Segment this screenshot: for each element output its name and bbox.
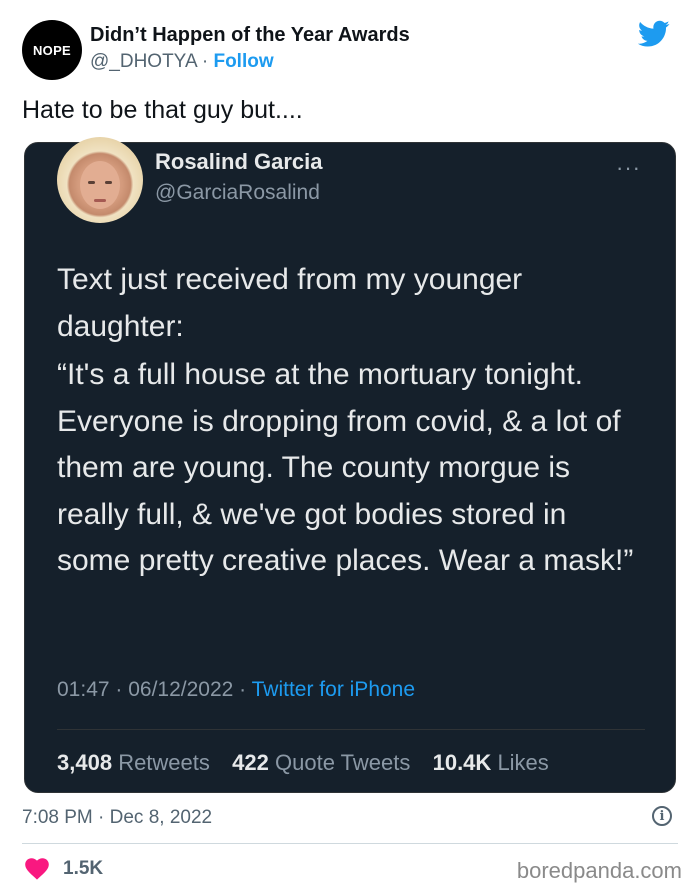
embedded-stats: 3,408 Retweets 422 Quote Tweets 10.4K Li… bbox=[57, 750, 549, 776]
account-display-name[interactable]: Didn’t Happen of the Year Awards bbox=[90, 24, 410, 47]
divider bbox=[22, 843, 678, 844]
avatar-mouth bbox=[94, 199, 106, 202]
account-handle-row: @_DHOTYA · Follow bbox=[90, 51, 274, 73]
more-options-icon: ··· bbox=[616, 155, 641, 180]
retweets-label: Retweets bbox=[118, 750, 210, 775]
embedded-text-quote: “It's a full house at the mortuary tonig… bbox=[57, 358, 634, 577]
watermark: boredpanda.com bbox=[516, 858, 682, 883]
like-count[interactable]: 1.5K bbox=[63, 858, 103, 880]
embedded-text-intro: Text just received from my younger daugh… bbox=[57, 263, 523, 343]
twitter-bird-icon[interactable] bbox=[638, 20, 670, 48]
embedded-timestamp: 01:47 · 06/12/2022 · bbox=[57, 678, 247, 701]
tweet-timestamp[interactable]: 7:08 PM · Dec 8, 2022 bbox=[22, 807, 212, 829]
embedded-avatar bbox=[57, 137, 143, 223]
likes-label: Likes bbox=[497, 750, 549, 775]
embedded-tweet-screenshot: Rosalind Garcia @GarciaRosalind ··· Text… bbox=[24, 137, 676, 793]
embedded-tweet-text: Text just received from my younger daugh… bbox=[57, 257, 647, 585]
heart-icon[interactable] bbox=[25, 858, 49, 880]
embedded-source: Twitter for iPhone bbox=[251, 678, 416, 701]
avatar-eye bbox=[88, 181, 95, 184]
account-handle[interactable]: @_DHOTYA bbox=[90, 51, 197, 72]
info-icon[interactable]: i bbox=[652, 806, 672, 826]
retweets-count: 3,408 bbox=[57, 750, 113, 775]
follow-button[interactable]: Follow bbox=[213, 51, 273, 72]
quote-tweets-label: Quote Tweets bbox=[275, 750, 411, 775]
tweet-header: NOPE Didn’t Happen of the Year Awards @_… bbox=[22, 18, 682, 80]
embedded-meta: 01:47 · 06/12/2022 · Twitter for iPhone bbox=[57, 678, 415, 702]
embedded-display-name: Rosalind Garcia bbox=[155, 149, 323, 174]
divider bbox=[57, 729, 645, 730]
tweet-text: Hate to be that guy but.... bbox=[22, 96, 303, 124]
handle-separator: · bbox=[201, 51, 209, 72]
avatar[interactable]: NOPE bbox=[22, 20, 82, 80]
quote-tweets-count: 422 bbox=[232, 750, 269, 775]
avatar-eye bbox=[105, 181, 112, 184]
likes-count: 10.4K bbox=[432, 750, 492, 775]
embedded-handle: @GarciaRosalind bbox=[155, 181, 320, 204]
